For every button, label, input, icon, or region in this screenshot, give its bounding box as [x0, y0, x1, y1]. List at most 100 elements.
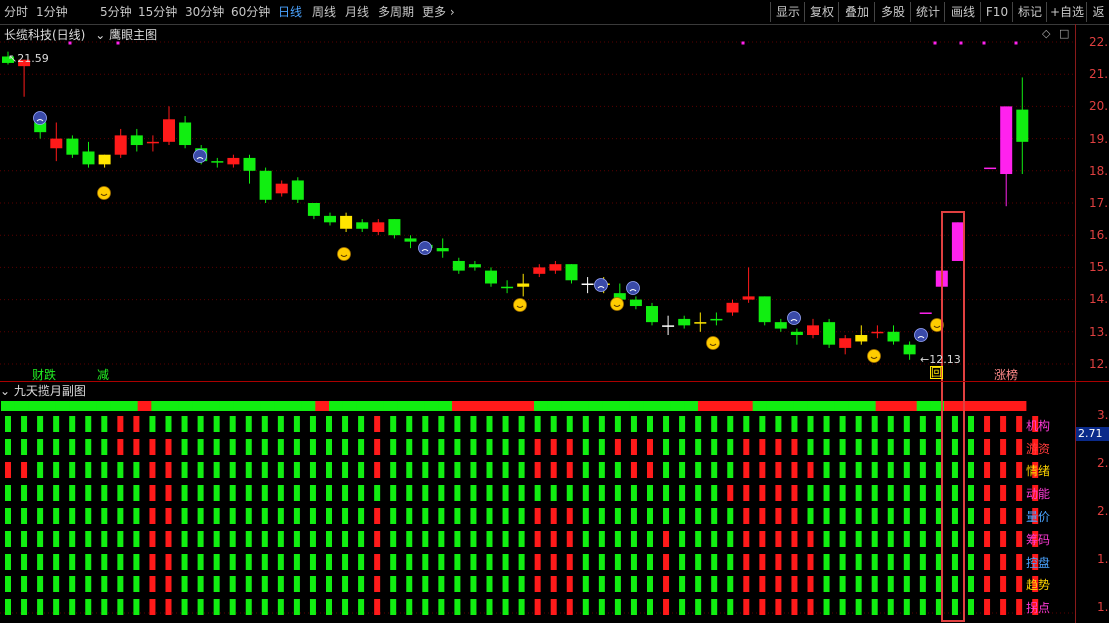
signal-cell	[647, 416, 653, 432]
candle-body	[694, 322, 707, 324]
trend-bar-segment	[479, 401, 494, 411]
signal-cell	[53, 599, 60, 615]
signal-cell	[679, 416, 686, 432]
signal-cell	[919, 508, 926, 524]
signal-cell	[727, 485, 734, 501]
happy-face-icon	[337, 247, 351, 261]
signal-cell	[197, 462, 204, 478]
signal-cell	[598, 439, 605, 455]
signal-cell	[326, 599, 332, 615]
signal-cell	[5, 508, 11, 524]
signal-cell	[695, 416, 702, 432]
signal-cell	[37, 508, 44, 524]
signal-cell	[775, 485, 782, 501]
signal-cell	[1016, 485, 1023, 501]
signal-cell	[951, 554, 958, 570]
signal-cell	[550, 485, 557, 501]
candle-body	[774, 322, 787, 329]
signal-cell	[695, 554, 702, 570]
signal-cell	[422, 485, 429, 501]
signal-cell	[117, 531, 124, 547]
signal-cell	[438, 576, 445, 592]
signal-cell	[69, 554, 76, 570]
signal-cell	[229, 462, 236, 478]
signal-cell	[871, 416, 878, 432]
current-value-badge: 2.71	[1076, 427, 1109, 441]
signal-cell	[518, 531, 525, 547]
trend-bar-segment	[110, 401, 125, 411]
signal-cell	[277, 485, 284, 501]
signal-cell	[663, 508, 670, 524]
signal-cell	[5, 576, 11, 592]
signal-cell	[550, 416, 557, 432]
signal-cell	[53, 485, 60, 501]
signal-cell	[149, 462, 156, 478]
signal-cell	[759, 485, 766, 501]
signal-cell	[566, 485, 573, 501]
signal-cell	[454, 508, 461, 524]
trend-bar-segment	[233, 401, 248, 411]
signal-cell	[69, 508, 76, 524]
signal-cell	[743, 554, 750, 570]
signal-cell	[358, 416, 365, 432]
signal-cell	[101, 439, 108, 455]
trend-bar-segment	[452, 401, 467, 411]
signal-cell	[277, 439, 284, 455]
signal-cell	[566, 439, 573, 455]
signal-cell	[759, 416, 766, 432]
signal-cell	[470, 576, 477, 592]
trend-bar-segment	[643, 401, 658, 411]
signal-cell	[919, 599, 926, 615]
signal-cell	[759, 576, 766, 592]
signal-cell	[37, 531, 44, 547]
signal-cell	[630, 508, 637, 524]
signal-cell	[775, 462, 782, 478]
signal-cell	[903, 416, 910, 432]
signal-cell	[823, 576, 830, 592]
signal-cell	[422, 439, 429, 455]
signal-cell	[133, 508, 140, 524]
signal-cell	[855, 416, 862, 432]
signal-cell	[663, 439, 670, 455]
candle-body	[50, 138, 63, 149]
signal-cell	[647, 439, 653, 455]
signal-cell	[711, 576, 718, 592]
signal-cell	[21, 576, 28, 592]
signal-hui: 回	[930, 366, 943, 379]
trend-bar-segment	[69, 401, 84, 411]
signal-cell	[245, 508, 252, 524]
signal-cell	[871, 531, 878, 547]
signal-cell	[309, 599, 316, 615]
signal-cell	[743, 439, 750, 455]
signal-cell	[614, 576, 621, 592]
signal-cell	[566, 508, 573, 524]
signal-cell	[53, 508, 60, 524]
signal-cell	[1016, 599, 1023, 615]
trend-bar-segment	[192, 401, 207, 411]
signal-cell	[101, 508, 108, 524]
signal-cell	[149, 439, 156, 455]
signal-cell	[630, 439, 637, 455]
signal-cell	[37, 462, 44, 478]
signal-cell	[358, 554, 365, 570]
signal-cell	[197, 554, 204, 570]
signal-cell	[839, 462, 846, 478]
signal-cell	[438, 531, 445, 547]
signal-cell	[326, 462, 332, 478]
trend-bar-segment	[698, 401, 713, 411]
signal-cell	[951, 508, 958, 524]
signal-cell	[759, 531, 766, 547]
chart-canvas	[0, 41, 1075, 622]
candle-body	[388, 219, 401, 236]
signal-cell	[679, 599, 686, 615]
signal-cell	[85, 439, 92, 455]
signal-cell	[823, 554, 830, 570]
signal-cell	[727, 599, 734, 615]
trend-bar-segment	[725, 401, 740, 411]
signal-cell	[518, 416, 525, 432]
signal-cell	[695, 439, 702, 455]
signal-cell	[69, 462, 76, 478]
signal-cell	[903, 439, 910, 455]
signal-cell	[727, 576, 734, 592]
signal-cell	[342, 508, 349, 524]
